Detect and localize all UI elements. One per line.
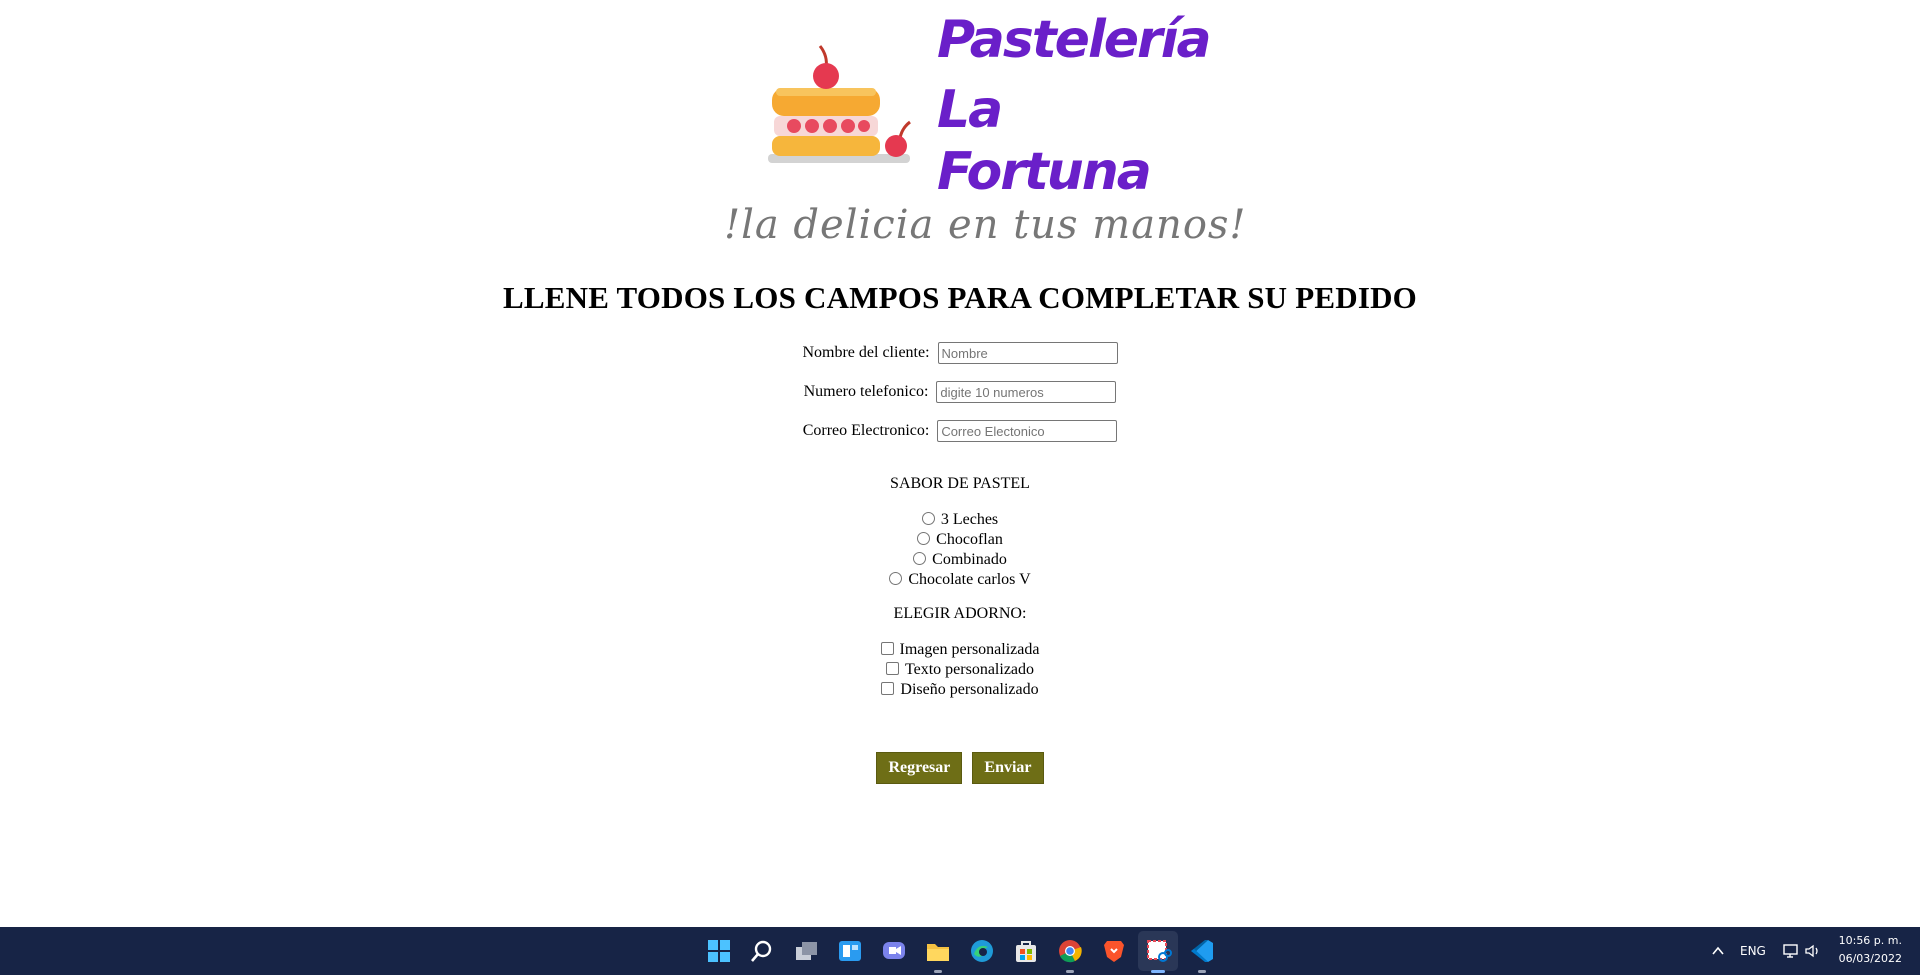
checkbox[interactable] <box>885 662 899 675</box>
running-indicator <box>1066 970 1074 973</box>
flavor-option[interactable]: Chocolate carlos V <box>0 570 1920 590</box>
decor-label: Diseño personalizado <box>900 681 1039 698</box>
phone-input[interactable] <box>936 381 1117 403</box>
checkbox[interactable] <box>880 642 894 655</box>
language-indicator[interactable]: ENG <box>1740 944 1766 958</box>
form-actions: Regresar Enviar <box>0 752 1920 784</box>
decor-label: Texto personalizado <box>904 661 1035 678</box>
decor-option[interactable]: Diseño personalizado <box>0 680 1920 700</box>
task-view-icon[interactable] <box>792 937 820 965</box>
checkbox[interactable] <box>881 682 895 695</box>
email-input[interactable] <box>937 420 1118 442</box>
flavor-label: Chocoflan <box>936 531 1003 548</box>
email-label: Correo Electronico: <box>802 421 930 439</box>
vscode-icon[interactable] <box>1188 937 1216 965</box>
flavor-option[interactable]: 3 Leches <box>0 510 1920 530</box>
file-explorer-icon[interactable] <box>924 937 952 965</box>
store-icon[interactable] <box>1012 937 1040 965</box>
decor-option[interactable]: Texto personalizado <box>0 660 1920 680</box>
decor-title: ELEGIR ADORNO: <box>893 605 1027 622</box>
brave-icon[interactable] <box>1100 937 1128 965</box>
taskbar: ENG 10:56 p. m. 06/03/2022 <box>0 927 1920 975</box>
snipping-tool-icon[interactable] <box>1144 937 1172 965</box>
page-title: LLENE TODOS LOS CAMPOS PARA COMPLETAR SU… <box>503 280 1417 315</box>
chevron-up-icon[interactable] <box>1711 944 1725 958</box>
email-row: Correo Electronico: <box>0 420 1920 442</box>
decor-option[interactable]: Imagen personalizada <box>0 640 1920 660</box>
brand-name-line1: Pastelería <box>937 10 1212 70</box>
flavor-label: Combinado <box>932 551 1007 568</box>
page: Pastelería La Fortuna !la delicia en tus… <box>0 0 1920 927</box>
brand-name-line3: Fortuna <box>937 142 1152 202</box>
flavor-option[interactable]: Combinado <box>0 550 1920 570</box>
phone-row: Numero telefonico: <box>0 381 1920 403</box>
clock-time[interactable]: 10:56 p. m. <box>1836 934 1902 947</box>
running-indicator <box>1198 970 1206 973</box>
edge-icon[interactable] <box>968 937 996 965</box>
name-input[interactable] <box>937 342 1118 364</box>
send-button[interactable]: Enviar <box>972 752 1044 784</box>
back-button[interactable]: Regresar <box>876 752 963 784</box>
running-indicator <box>934 970 942 973</box>
radio-button[interactable] <box>917 532 931 545</box>
phone-label: Numero telefonico: <box>803 382 929 400</box>
brand-logo: Pastelería La Fortuna !la delicia en tus… <box>724 6 1246 258</box>
windows-start-icon[interactable] <box>705 937 733 965</box>
brand-name-line2: La <box>937 80 1003 140</box>
network-icon[interactable] <box>1782 942 1800 960</box>
teams-chat-icon[interactable] <box>880 937 908 965</box>
search-icon[interactable] <box>748 937 776 965</box>
radio-button[interactable] <box>889 572 903 585</box>
clock-date[interactable]: 06/03/2022 <box>1836 952 1902 965</box>
volume-icon[interactable] <box>1804 942 1822 960</box>
name-row: Nombre del cliente: <box>0 342 1920 364</box>
widgets-icon[interactable] <box>836 937 864 965</box>
cake-icon <box>768 45 911 163</box>
active-indicator <box>1151 970 1165 973</box>
flavor-label: 3 Leches <box>940 511 999 528</box>
flavor-label: Chocolate carlos V <box>908 571 1031 588</box>
name-label: Nombre del cliente: <box>802 343 930 361</box>
chrome-icon[interactable] <box>1056 937 1084 965</box>
brand-tagline: !la delicia en tus manos! <box>724 202 1247 248</box>
flavor-option[interactable]: Chocoflan <box>0 530 1920 550</box>
radio-button[interactable] <box>921 512 935 525</box>
decor-label: Imagen personalizada <box>899 641 1040 658</box>
radio-button[interactable] <box>913 552 927 565</box>
flavor-title: SABOR DE PASTEL <box>890 475 1030 492</box>
